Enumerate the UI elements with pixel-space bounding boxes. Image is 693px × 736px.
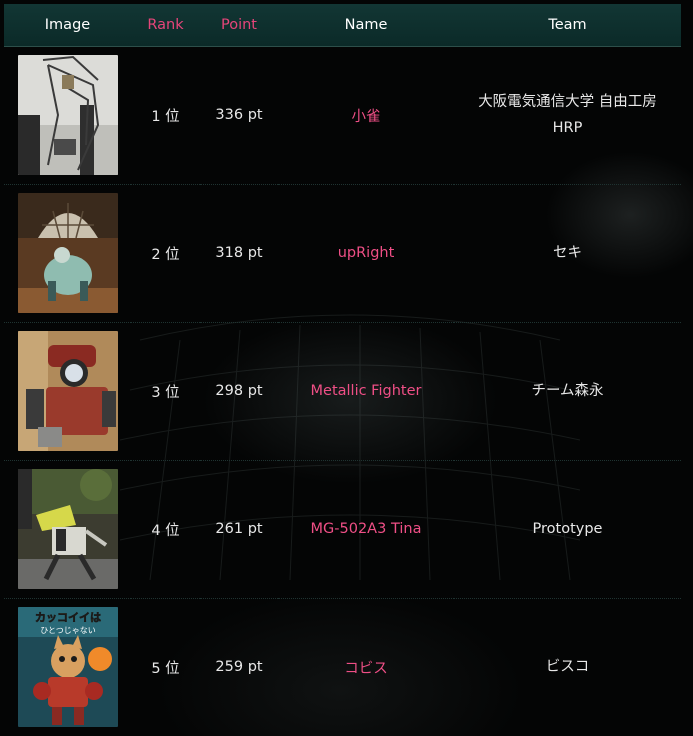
thumbnail-caption-line2: ひとつじゃない (40, 626, 95, 635)
table-header: Image Rank Point Name Team (4, 4, 681, 47)
team-cell: Prototype (454, 459, 681, 598)
robot-name-link[interactable]: コビス (278, 597, 454, 736)
rank-cell: 4 位 (131, 459, 200, 598)
ranking-table: Image Rank Point Name Team 1 位 336 pt 小雀… (4, 4, 681, 736)
robot-thumbnail-image[interactable] (17, 193, 118, 313)
table-row: 2 位 318 pt upRight セキ (4, 183, 681, 322)
team-name-line1: ビスコ (545, 659, 590, 676)
team-name-line1: Prototype (532, 521, 603, 537)
point-cell: 336 pt (215, 107, 263, 123)
column-header-team[interactable]: Team (454, 4, 681, 47)
column-header-point[interactable]: Point (200, 4, 278, 47)
robot-thumbnail-cell (4, 459, 131, 598)
team-cell: 大阪電気通信大学 自由工房 HRP (454, 46, 681, 184)
robot-name-link[interactable]: upRight (278, 183, 454, 322)
rank-cell: 5 位 (131, 597, 200, 736)
column-header-image[interactable]: Image (4, 4, 131, 47)
team-cell: ビスコ (454, 597, 681, 736)
robot-thumbnail-cell (4, 321, 131, 460)
thumbnail-caption-line1: カッコイイは (35, 611, 101, 624)
robot-name-link[interactable]: 小雀 (278, 46, 454, 184)
table-row: 1 位 336 pt 小雀 大阪電気通信大学 自由工房 HRP (4, 46, 681, 184)
robot-thumbnail-image[interactable] (17, 55, 118, 175)
robot-name-link[interactable]: Metallic Fighter (278, 321, 454, 460)
point-cell: 259 pt (200, 597, 278, 736)
robot-name-link[interactable]: MG-502A3 Tina (278, 459, 454, 598)
rank-cell: 3 位 (131, 321, 200, 460)
team-name-line2: HRP (552, 120, 583, 136)
table-row: 3 位 298 pt Metallic Fighter チーム森永 (4, 321, 681, 460)
robot-thumbnail-cell: カッコイイは ひとつじゃない (4, 597, 131, 736)
table-row: 4 位 261 pt MG-502A3 Tina Prototype (4, 459, 681, 598)
robot-thumbnail-image[interactable] (17, 469, 118, 589)
rank-cell: 2 位 (131, 183, 200, 322)
rank-cell: 1 位 (151, 108, 180, 125)
robot-thumbnail-cell (4, 46, 131, 184)
team-cell: セキ (454, 183, 681, 322)
point-cell: 261 pt (200, 459, 278, 598)
robot-thumbnail-image[interactable]: カッコイイは ひとつじゃない (17, 607, 118, 728)
robot-thumbnail-cell (4, 183, 131, 322)
table-row: カッコイイは ひとつじゃない 5 位 259 pt コビス ビスコ (4, 597, 681, 736)
ranking-page: Image Rank Point Name Team 1 位 336 pt 小雀… (0, 0, 693, 736)
point-cell: 318 pt (200, 183, 278, 322)
team-name-line1: 大阪電気通信大学 自由工房 (478, 94, 657, 110)
team-cell: チーム森永 (454, 321, 681, 460)
team-name-line1: チーム森永 (531, 383, 604, 399)
column-header-name[interactable]: Name (278, 4, 454, 47)
point-cell: 298 pt (200, 321, 278, 460)
robot-thumbnail-image[interactable] (17, 331, 118, 451)
column-header-rank[interactable]: Rank (131, 4, 200, 47)
team-name-line1: セキ (553, 245, 582, 261)
